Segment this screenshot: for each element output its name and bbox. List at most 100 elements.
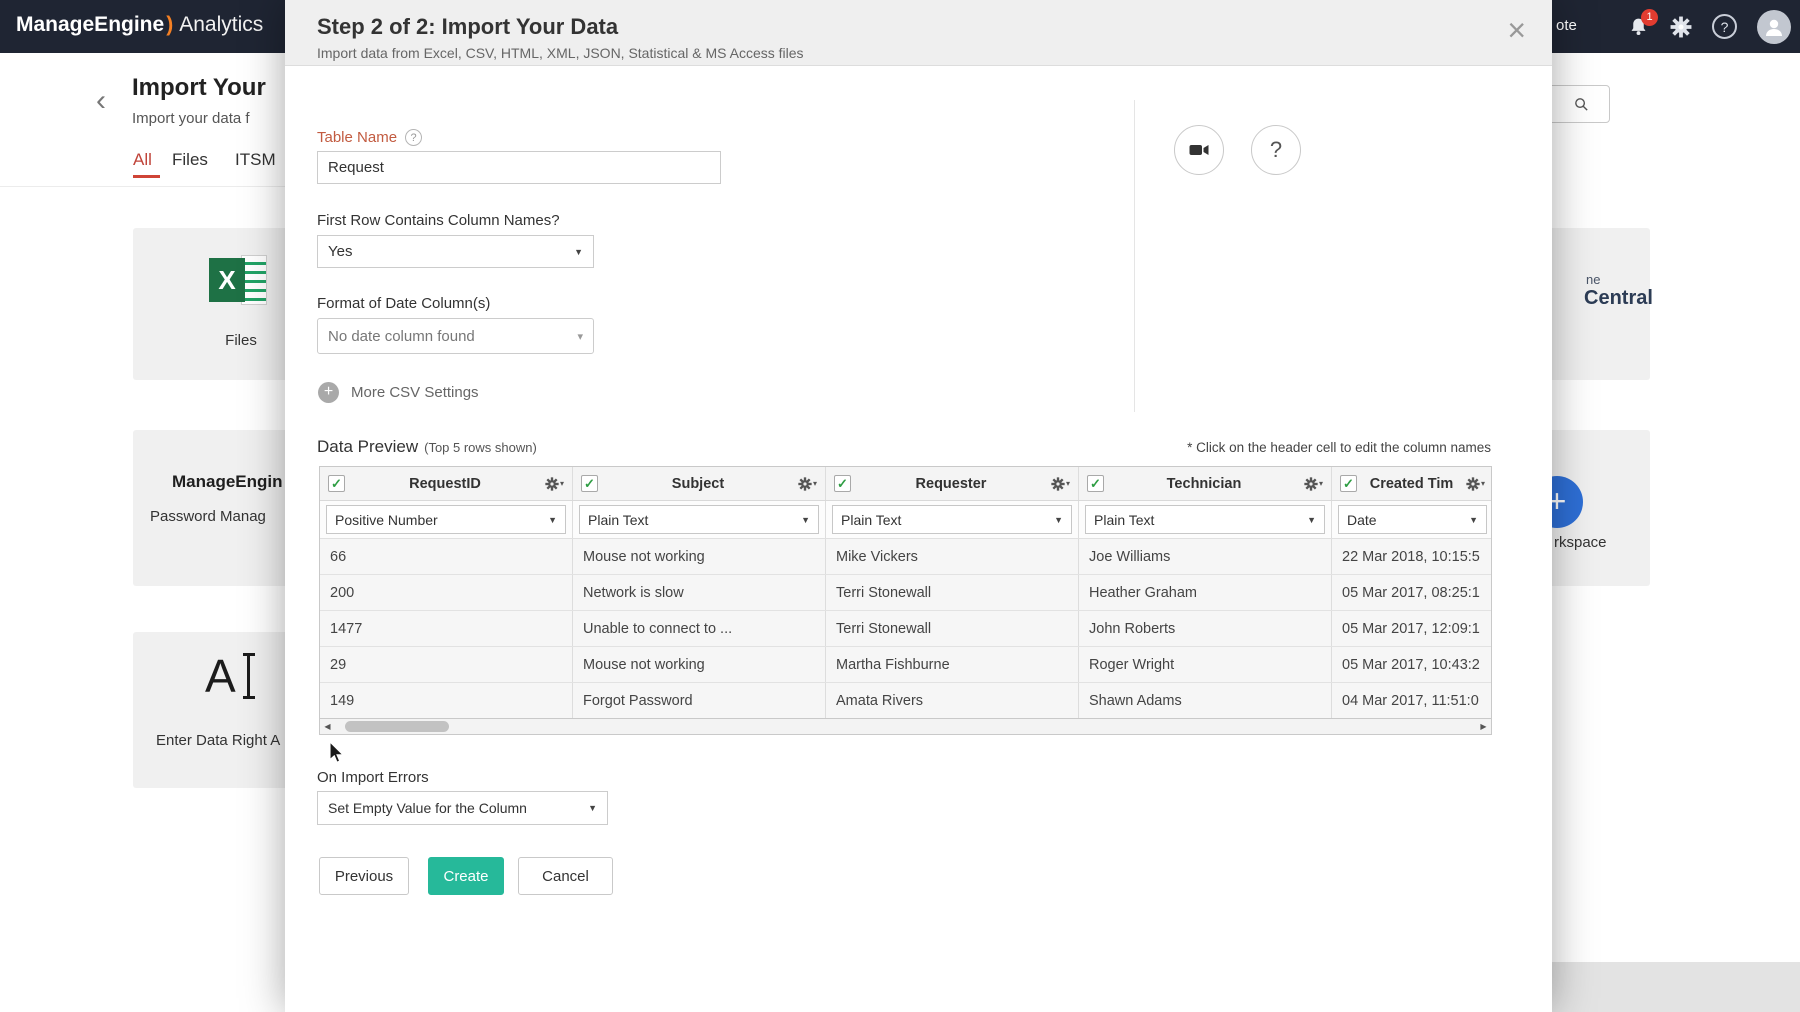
create-button[interactable]: Create bbox=[428, 857, 504, 895]
preview-cell: 66 bbox=[320, 539, 573, 574]
column-gear-icon[interactable]: ▾ bbox=[545, 477, 564, 491]
column-header[interactable]: ✓ Created Tim ▾ bbox=[1332, 467, 1493, 500]
nav-partial-text[interactable]: ote bbox=[1556, 17, 1577, 34]
preview-cell: 1477 bbox=[320, 611, 573, 646]
card-workspace-label: rkspace bbox=[1554, 534, 1607, 551]
preview-body: 66Mouse not workingMike VickersJoe Willi… bbox=[320, 539, 1491, 719]
modal-header: Step 2 of 2: Import Your Data Import dat… bbox=[285, 0, 1552, 66]
text-entry-icon: A bbox=[205, 650, 255, 702]
column-header[interactable]: ✓RequestID▾ bbox=[320, 467, 573, 500]
preview-data-row: 29Mouse not workingMartha FishburneRoger… bbox=[320, 647, 1491, 683]
preview-cell: 149 bbox=[320, 683, 573, 718]
date-format-label: Format of Date Column(s) bbox=[317, 295, 490, 312]
column-checkbox[interactable]: ✓ bbox=[834, 475, 851, 492]
column-type-select[interactable]: Date▼ bbox=[1338, 505, 1487, 534]
card-pm-title: ManageEngin bbox=[172, 472, 283, 492]
column-type-value: Plain Text bbox=[1094, 512, 1154, 528]
preview-cell: Roger Wright bbox=[1079, 647, 1332, 682]
brand-product: Analytics bbox=[179, 13, 263, 36]
settings-gear-icon[interactable] bbox=[1670, 16, 1692, 38]
column-type-select[interactable]: Plain Text ▼ bbox=[832, 505, 1072, 534]
modal-subtitle: Import data from Excel, CSV, HTML, XML, … bbox=[317, 45, 804, 61]
column-gear-icon[interactable]: ▾ bbox=[1466, 477, 1485, 491]
column-checkbox[interactable]: ✓ bbox=[328, 475, 345, 492]
cancel-button[interactable]: Cancel bbox=[518, 857, 613, 895]
scroll-left-icon[interactable]: ◀ bbox=[320, 719, 335, 734]
on-import-errors-select[interactable]: Set Empty Value for the Column ▼ bbox=[317, 791, 608, 825]
help-icon[interactable]: ? bbox=[1712, 14, 1737, 39]
preview-cell: John Roberts bbox=[1079, 611, 1332, 646]
more-csv-settings-button[interactable]: + More CSV Settings bbox=[318, 382, 479, 403]
card-enter-data-label: Enter Data Right A bbox=[156, 732, 280, 749]
modal-title: Step 2 of 2: Import Your Data bbox=[317, 14, 618, 40]
preview-cell: 22 Mar 2018, 10:15:5 bbox=[1332, 539, 1493, 574]
column-type-select[interactable]: Positive Number▼ bbox=[326, 505, 566, 534]
column-gear-icon[interactable]: ▾ bbox=[798, 477, 817, 491]
scrollbar-thumb[interactable] bbox=[345, 721, 449, 732]
preview-cell: Amata Rivers bbox=[826, 683, 1079, 718]
column-type-cell: Plain Text ▼ bbox=[826, 501, 1079, 538]
table-name-help-icon[interactable]: ? bbox=[405, 129, 422, 146]
video-help-button[interactable] bbox=[1174, 125, 1224, 175]
ibeam-cursor-icon bbox=[243, 653, 255, 699]
chevron-down-icon: ▼ bbox=[1054, 515, 1063, 525]
brand-name: ManageEngine bbox=[16, 13, 164, 36]
column-type-select[interactable]: Plain Text▼ bbox=[579, 505, 819, 534]
page-subtitle: Import your data f bbox=[132, 110, 250, 127]
table-name-input[interactable] bbox=[317, 151, 721, 184]
preview-cell: Mike Vickers bbox=[826, 539, 1079, 574]
chevron-down-icon: ▾ bbox=[577, 330, 583, 343]
column-type-cell: Positive Number▼ bbox=[320, 501, 573, 538]
person-icon bbox=[1762, 15, 1786, 39]
column-gear-icon[interactable]: ▾ bbox=[1304, 477, 1323, 491]
column-header[interactable]: ✓Subject▾ bbox=[573, 467, 826, 500]
card-pm-subtitle: Password Manag bbox=[150, 508, 266, 525]
chevron-down-icon: ▼ bbox=[1307, 515, 1316, 525]
first-row-select-value: Yes bbox=[328, 243, 352, 260]
column-name: Requester bbox=[857, 476, 1045, 492]
chevron-down-icon: ▼ bbox=[548, 515, 557, 525]
column-type-cell: Plain Text▼ bbox=[573, 501, 826, 538]
close-icon[interactable]: × bbox=[1507, 14, 1526, 46]
preview-cell: Terri Stonewall bbox=[826, 611, 1079, 646]
excel-icon: X bbox=[209, 252, 267, 308]
notification-badge: 1 bbox=[1641, 9, 1658, 26]
horizontal-scrollbar[interactable]: ◀ ▶ bbox=[319, 718, 1492, 735]
chevron-down-icon: ▼ bbox=[1469, 515, 1478, 525]
scroll-right-icon[interactable]: ▶ bbox=[1476, 719, 1491, 734]
on-import-errors-value: Set Empty Value for the Column bbox=[328, 800, 527, 816]
previous-button[interactable]: Previous bbox=[319, 857, 409, 895]
column-checkbox[interactable]: ✓ bbox=[1340, 475, 1357, 492]
plus-icon: + bbox=[318, 382, 339, 403]
data-preview-heading: Data Preview(Top 5 rows shown) bbox=[317, 437, 537, 457]
date-format-select[interactable]: No date column found ▾ bbox=[317, 318, 594, 354]
edit-column-hint: * Click on the header cell to edit the c… bbox=[1187, 440, 1491, 455]
back-button[interactable]: ‹ bbox=[96, 84, 106, 118]
user-avatar[interactable] bbox=[1757, 10, 1791, 44]
preview-header-row: ✓RequestID▾✓Subject▾✓Requester▾✓Technici… bbox=[320, 467, 1491, 501]
search-icon bbox=[1573, 96, 1590, 113]
brand-logo[interactable]: ManageEngine)Analytics bbox=[16, 13, 263, 37]
first-row-select[interactable]: Yes ▼ bbox=[317, 235, 594, 268]
card-central-label: Central bbox=[1584, 287, 1653, 310]
tab-all[interactable]: All bbox=[133, 150, 152, 170]
preview-cell: 05 Mar 2017, 10:43:2 bbox=[1332, 647, 1493, 682]
preview-cell: 29 bbox=[320, 647, 573, 682]
column-type-value: Plain Text bbox=[841, 512, 901, 528]
column-checkbox[interactable]: ✓ bbox=[581, 475, 598, 492]
column-header[interactable]: ✓ Requester ▾ bbox=[826, 467, 1079, 500]
question-help-button[interactable]: ? bbox=[1251, 125, 1301, 175]
column-gear-icon[interactable]: ▾ bbox=[1051, 477, 1070, 491]
preview-cell: Terri Stonewall bbox=[826, 575, 1079, 610]
tab-files[interactable]: Files bbox=[172, 150, 208, 170]
preview-cell: Mouse not working bbox=[573, 539, 826, 574]
column-checkbox[interactable]: ✓ bbox=[1087, 475, 1104, 492]
preview-cell: Joe Williams bbox=[1079, 539, 1332, 574]
preview-data-row: 149Forgot PasswordAmata RiversShawn Adam… bbox=[320, 683, 1491, 719]
column-name: Created Tim bbox=[1363, 476, 1460, 492]
preview-cell: Mouse not working bbox=[573, 647, 826, 682]
column-type-select[interactable]: Plain Text ▼ bbox=[1085, 505, 1325, 534]
column-header[interactable]: ✓Technician▾ bbox=[1079, 467, 1332, 500]
preview-cell: 05 Mar 2017, 08:25:1 bbox=[1332, 575, 1493, 610]
tab-itsm[interactable]: ITSM bbox=[235, 150, 276, 170]
